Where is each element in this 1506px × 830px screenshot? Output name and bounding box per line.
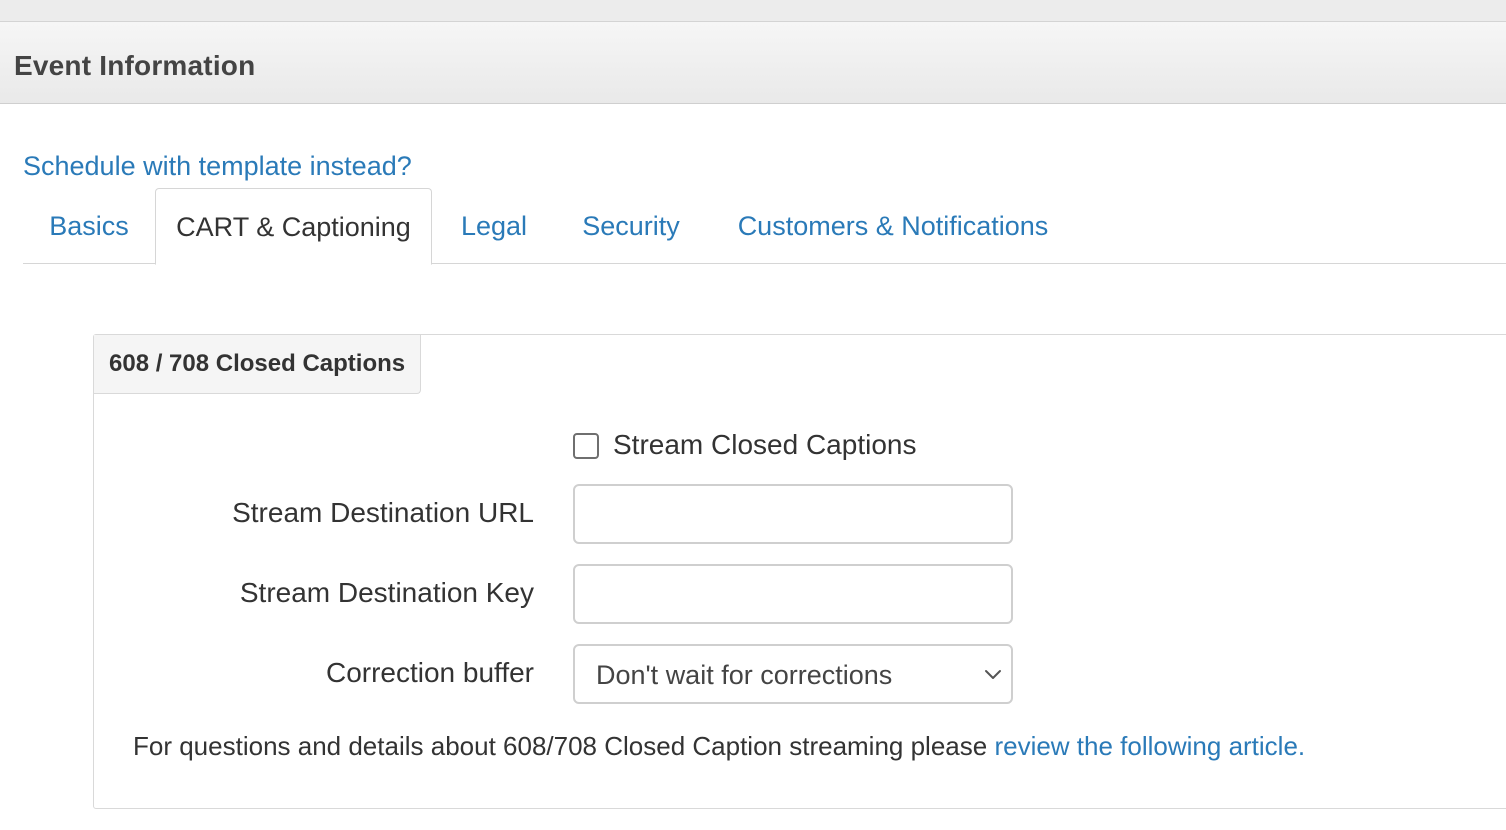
stream-destination-key-label: Stream Destination Key [239,577,534,608]
stream-closed-captions-label[interactable]: Stream Closed Captions [613,429,916,461]
top-strip [0,0,1506,22]
stream-destination-url-input[interactable] [573,484,1013,544]
tab-customers-notifications[interactable]: Customers & Notifications [719,188,1067,264]
tab-basics[interactable]: Basics [23,188,155,264]
correction-buffer-label: Correction buffer [325,657,534,688]
tab-legal[interactable]: Legal [443,188,545,264]
tab-cart-captioning[interactable]: CART & Captioning [155,188,432,265]
schedule-with-template-link[interactable]: Schedule with template instead? [23,151,412,182]
stream-destination-key-input[interactable] [573,564,1013,624]
correction-buffer-selected-value: Don't wait for corrections [596,660,893,690]
correction-buffer-select[interactable]: Don't wait for corrections [573,644,1013,704]
fieldset-legend-label: 608 / 708 Closed Captions [109,350,406,377]
stream-destination-url-label: Stream Destination URL [232,497,534,528]
page-title: Event Information [14,50,256,81]
tab-security[interactable]: Security [567,188,695,264]
fieldset-legend: 608 / 708 Closed Captions [94,335,421,394]
help-text: For questions and details about 608/708 … [133,731,1305,762]
review-article-link[interactable]: review the following article. [994,731,1305,761]
tab-bar: Basics CART & Captioning Legal Security … [23,188,1506,265]
stream-closed-captions-checkbox[interactable] [573,433,599,459]
chevron-down-icon [985,670,1001,679]
panel-heading: Event Information [0,22,1506,104]
help-text-body: For questions and details about 608/708 … [133,731,995,761]
